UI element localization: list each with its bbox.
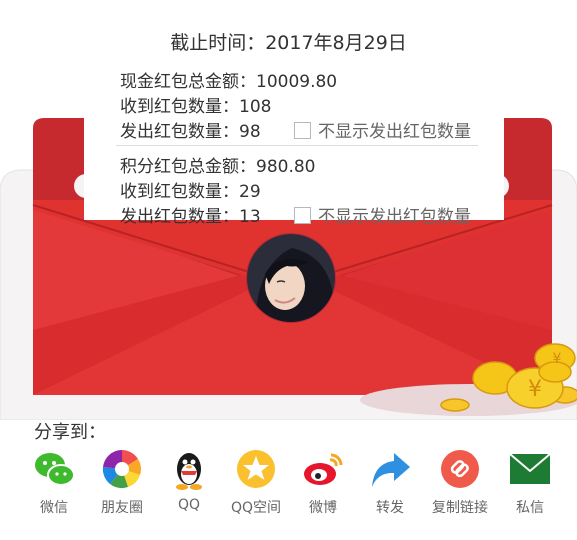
wechat-icon <box>32 447 76 491</box>
cash-total-value: 10009.80 <box>256 72 338 92</box>
share-weibo-button[interactable]: 微博 <box>287 447 359 517</box>
share-forward-label: 转发 <box>376 500 404 516</box>
points-total-row: 积分红包总金额：980.80 <box>120 152 315 177</box>
points-received-value: 29 <box>239 182 261 202</box>
cash-sent-row: 发出红包数量：98 <box>120 117 261 142</box>
cash-received-value: 108 <box>239 97 272 117</box>
share-private-message-label: 私信 <box>516 500 544 516</box>
cash-hide-sent-label: 不显示发出红包数量 <box>318 122 471 142</box>
share-wechat-label: 微信 <box>40 500 68 516</box>
points-total-value: 980.80 <box>256 157 316 177</box>
points-sent-value: 13 <box>239 207 261 227</box>
moments-icon <box>100 447 144 491</box>
mail-icon <box>508 447 552 491</box>
forward-icon <box>368 447 412 491</box>
cash-sent-label: 发出红包数量： <box>120 122 239 142</box>
link-icon <box>438 447 482 491</box>
share-wechat-button[interactable]: 微信 <box>18 447 90 517</box>
share-moments-button[interactable]: 朋友圈 <box>86 447 158 517</box>
points-received-label: 收到红包数量： <box>120 182 239 202</box>
share-qzone-button[interactable]: QQ空间 <box>220 447 292 517</box>
avatar-photo <box>247 234 335 322</box>
cash-hide-sent-checkbox[interactable]: 不显示发出红包数量 <box>294 117 471 142</box>
qzone-icon <box>234 447 278 491</box>
checkbox-box[interactable] <box>294 122 311 139</box>
share-moments-label: 朋友圈 <box>101 500 143 516</box>
svg-text:¥: ¥ <box>528 377 542 402</box>
share-label: 分享到： <box>34 422 106 443</box>
avatar[interactable] <box>246 233 336 323</box>
share-copy-link-button[interactable]: 复制链接 <box>424 447 496 517</box>
cash-received-row: 收到红包数量：108 <box>120 92 271 117</box>
points-received-row: 收到红包数量：29 <box>120 177 261 202</box>
share-qq-button[interactable]: QQ <box>153 447 225 513</box>
points-sent-row: 发出红包数量：13 <box>120 202 261 227</box>
points-sent-label: 发出红包数量： <box>120 207 239 227</box>
svg-text:¥: ¥ <box>553 351 562 367</box>
share-copy-link-label: 复制链接 <box>432 500 488 516</box>
section-divider <box>116 145 478 146</box>
points-hide-sent-label: 不显示发出红包数量 <box>318 207 471 227</box>
checkbox-box[interactable] <box>294 207 311 224</box>
points-total-label: 积分红包总金额： <box>120 157 256 177</box>
cash-sent-value: 98 <box>239 122 261 142</box>
cash-total-row: 现金红包总金额：10009.80 <box>120 67 337 92</box>
points-hide-sent-checkbox[interactable]: 不显示发出红包数量 <box>294 202 471 227</box>
qq-icon <box>167 447 211 491</box>
cash-received-label: 收到红包数量： <box>120 97 239 117</box>
cash-total-label: 现金红包总金额： <box>120 72 256 92</box>
share-private-message-button[interactable]: 私信 <box>494 447 566 517</box>
weibo-icon <box>301 447 345 491</box>
share-weibo-label: 微博 <box>309 500 337 516</box>
share-qzone-label: QQ空间 <box>230 500 282 516</box>
share-forward-button[interactable]: 转发 <box>354 447 426 517</box>
share-qq-label: QQ <box>177 497 201 513</box>
